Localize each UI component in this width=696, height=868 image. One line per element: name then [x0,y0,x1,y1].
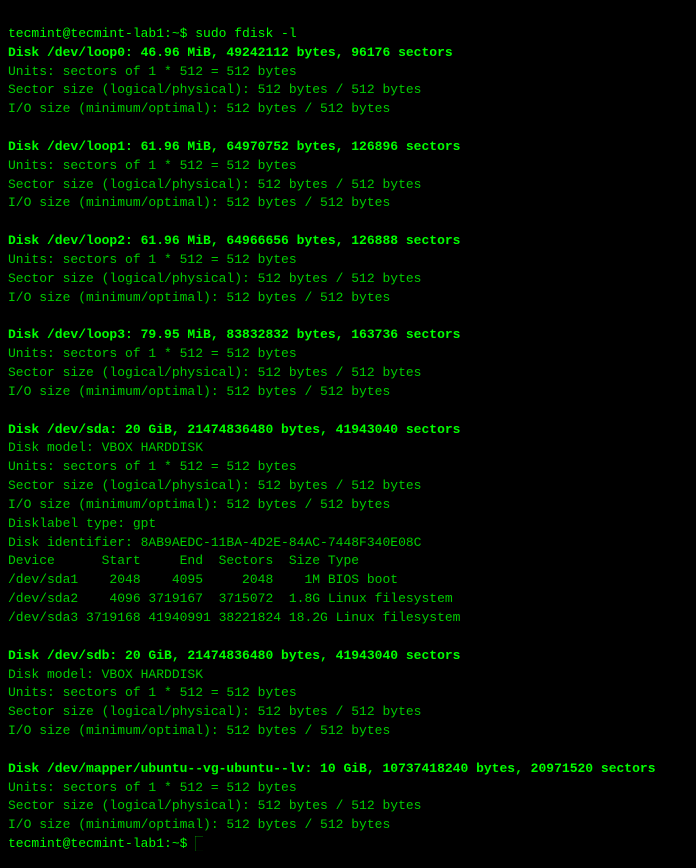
disk-loop0-header: Disk /dev/loop0: 46.96 MiB, 49242112 byt… [8,45,453,60]
disk-sdb-header: Disk /dev/sdb: 20 GiB, 21474836480 bytes… [8,648,460,663]
disk-loop3-line3: I/O size (minimum/optimal): 512 bytes / … [8,384,390,399]
final-prompt[interactable]: tecmint@tecmint-lab1:~$ █ [8,836,203,851]
disk-sdb-line4: I/O size (minimum/optimal): 512 bytes / … [8,723,390,738]
disk-sda-row3: /dev/sda3 3719168 41940991 38221824 18.2… [8,610,460,625]
disk-sda-line1: Disk model: VBOX HARDDISK [8,440,203,455]
disk-sda-table-header: Device Start End Sectors Size Type [8,553,359,568]
disk-loop2-line2: Sector size (logical/physical): 512 byte… [8,271,421,286]
disk-mapper-line2: Sector size (logical/physical): 512 byte… [8,798,421,813]
disk-sda-line6: Disk identifier: 8AB9AEDC-11BA-4D2E-84AC… [8,535,421,550]
disk-sda-line5: Disklabel type: gpt [8,516,156,531]
disk-loop2-line3: I/O size (minimum/optimal): 512 bytes / … [8,290,390,305]
disk-loop1-line1: Units: sectors of 1 * 512 = 512 bytes [8,158,297,173]
disk-sda-line3: Sector size (logical/physical): 512 byte… [8,478,421,493]
disk-loop1-line2: Sector size (logical/physical): 512 byte… [8,177,421,192]
disk-sda-line4: I/O size (minimum/optimal): 512 bytes / … [8,497,390,512]
prompt-text: tecmint@tecmint-lab1:~$ [8,26,187,41]
disk-loop0-line2: Sector size (logical/physical): 512 byte… [8,82,421,97]
disk-mapper-line3: I/O size (minimum/optimal): 512 bytes / … [8,817,390,832]
disk-loop2-line1: Units: sectors of 1 * 512 = 512 bytes [8,252,297,267]
disk-sda-row2: /dev/sda2 4096 3719167 3715072 1.8G Linu… [8,591,453,606]
disk-loop3-line2: Sector size (logical/physical): 512 byte… [8,365,421,380]
disk-loop3-line1: Units: sectors of 1 * 512 = 512 bytes [8,346,297,361]
disk-sda-row1: /dev/sda1 2048 4095 2048 1M BIOS boot [8,572,398,587]
disk-sdb-line3: Sector size (logical/physical): 512 byte… [8,704,421,719]
disk-loop0-line3: I/O size (minimum/optimal): 512 bytes / … [8,101,390,116]
disk-loop1-header: Disk /dev/loop1: 61.96 MiB, 64970752 byt… [8,139,460,154]
disk-sdb-line2: Units: sectors of 1 * 512 = 512 bytes [8,685,297,700]
disk-mapper-header: Disk /dev/mapper/ubuntu--vg-ubuntu--lv: … [8,761,656,776]
disk-loop2-header: Disk /dev/loop2: 61.96 MiB, 64966656 byt… [8,233,460,248]
disk-sda-header: Disk /dev/sda: 20 GiB, 21474836480 bytes… [8,422,460,437]
terminal-window: tecmint@tecmint-lab1:~$ sudo fdisk -l Di… [8,6,688,854]
disk-loop0-line1: Units: sectors of 1 * 512 = 512 bytes [8,64,297,79]
initial-prompt: tecmint@tecmint-lab1:~$ sudo fdisk -l [8,26,297,41]
disk-sda-line2: Units: sectors of 1 * 512 = 512 bytes [8,459,297,474]
disk-loop1-line3: I/O size (minimum/optimal): 512 bytes / … [8,195,390,210]
command-text: sudo fdisk -l [187,26,296,41]
final-prompt-text: tecmint@tecmint-lab1:~$ [8,836,187,851]
disk-sdb-line1: Disk model: VBOX HARDDISK [8,667,203,682]
disk-mapper-line1: Units: sectors of 1 * 512 = 512 bytes [8,780,297,795]
disk-loop3-header: Disk /dev/loop3: 79.95 MiB, 83832832 byt… [8,327,460,342]
cursor: █ [195,836,203,851]
